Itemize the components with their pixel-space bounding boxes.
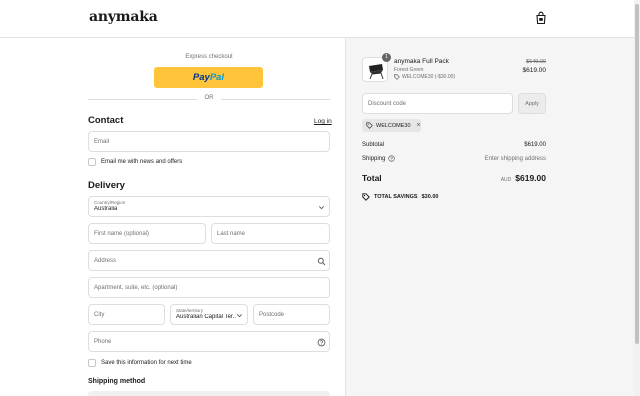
country-value: Australia [94, 206, 118, 212]
savings-label: TOTAL SAVINGS [374, 194, 418, 200]
subtotal-label: Subtotal [362, 142, 385, 148]
chevron-down-icon [236, 314, 243, 318]
newsletter-checkbox[interactable] [88, 158, 96, 166]
currency-code: AUD [500, 177, 512, 183]
shipping-label: Shipping [362, 155, 386, 162]
discount-code-input[interactable]: Discount code [362, 93, 513, 114]
address-field[interactable]: Address [88, 250, 330, 271]
applied-discount-tag: WELCOME30 × [362, 119, 421, 132]
newsletter-row[interactable]: Email me with news and offers [88, 157, 182, 167]
city-placeholder: City [94, 312, 105, 318]
header: anymaka [0, 0, 634, 38]
shipping-method-box [88, 391, 330, 396]
apartment-placeholder: Apartment, suite, etc. (optional) [94, 285, 178, 291]
first-name-field[interactable]: First name (optional) [88, 223, 206, 244]
discount-code-placeholder: Discount code [368, 101, 407, 107]
tag-icon [394, 74, 400, 80]
help-icon[interactable] [317, 338, 326, 347]
total-savings: TOTAL SAVINGS $30.00 [362, 193, 438, 201]
savings-value: $30.00 [421, 194, 439, 200]
tag-icon [366, 122, 373, 129]
product-discount: WELCOME30 (-$30.00) [394, 74, 455, 80]
state-select[interactable]: State/territory Australian Capital Ter..… [170, 304, 248, 325]
address-placeholder: Address [94, 258, 117, 264]
save-info-label: Save this information for next time [101, 360, 192, 366]
product-discount-text: WELCOME30 (-$30.00) [402, 74, 456, 80]
total-row: Total AUD $619.00 [362, 173, 546, 183]
login-link[interactable]: Log in [314, 118, 332, 125]
apartment-field[interactable]: Apartment, suite, etc. (optional) [88, 277, 330, 298]
order-summary-panel [345, 38, 634, 396]
search-icon [317, 257, 326, 266]
total-label: Total [362, 173, 382, 183]
delivery-title: Delivery [88, 180, 125, 191]
store-logo[interactable]: anymaka [89, 9, 158, 25]
postcode-placeholder: Postcode [259, 312, 285, 318]
subtotal-row: Subtotal $619.00 [362, 142, 546, 148]
total-value: $619.00 [515, 173, 546, 183]
original-price: $649.00 [526, 59, 546, 65]
apply-button[interactable]: Apply [518, 93, 546, 114]
paypal-text-pal: Pal [209, 72, 225, 83]
shipping-value: Enter shipping address [484, 155, 546, 162]
express-checkout-label: Express checkout [185, 54, 233, 60]
tag-icon [362, 193, 370, 201]
save-info-row[interactable]: Save this information for next time [88, 358, 192, 368]
quantity-badge: 1 [382, 53, 391, 62]
save-info-checkbox[interactable] [88, 359, 96, 367]
scrollbar-thumb[interactable] [635, 4, 639, 344]
city-field[interactable]: City [88, 304, 165, 325]
first-name-placeholder: First name (optional) [94, 231, 150, 237]
scrollbar[interactable] [634, 0, 640, 396]
country-label: Country/Region [94, 200, 126, 205]
final-price: $619.00 [522, 67, 547, 74]
last-name-field[interactable]: Last name [211, 223, 330, 244]
state-value: Australian Capital Ter... [176, 314, 236, 320]
subtotal-value: $619.00 [524, 142, 546, 148]
email-placeholder: Email [94, 139, 110, 145]
last-name-placeholder: Last name [217, 231, 246, 237]
phone-placeholder: Phone [94, 339, 112, 345]
country-select[interactable]: Country/Region Australia [88, 196, 330, 217]
newsletter-label: Email me with news and offers [101, 159, 183, 165]
contact-title: Contact [88, 115, 124, 126]
product-variant: Forest Green [394, 67, 424, 73]
postcode-field[interactable]: Postcode [253, 304, 330, 325]
help-icon[interactable] [388, 155, 395, 162]
product-name: anymaka Full Pack [394, 58, 449, 65]
applied-code-text: WELCOME30 [376, 122, 411, 129]
paypal-button[interactable]: PayPal [154, 67, 263, 88]
chevron-down-icon [318, 206, 325, 210]
shopping-bag-icon[interactable] [534, 11, 548, 25]
paypal-text-pay: Pay [192, 72, 210, 83]
phone-field[interactable]: Phone [88, 331, 330, 352]
email-field[interactable]: Email [88, 131, 330, 152]
shipping-row: Shipping Enter shipping address [362, 155, 546, 162]
shipping-method-title: Shipping method [88, 378, 146, 385]
remove-discount-icon[interactable]: × [417, 122, 421, 129]
or-divider-label: OR [197, 95, 221, 101]
state-label: State/territory [176, 308, 204, 313]
